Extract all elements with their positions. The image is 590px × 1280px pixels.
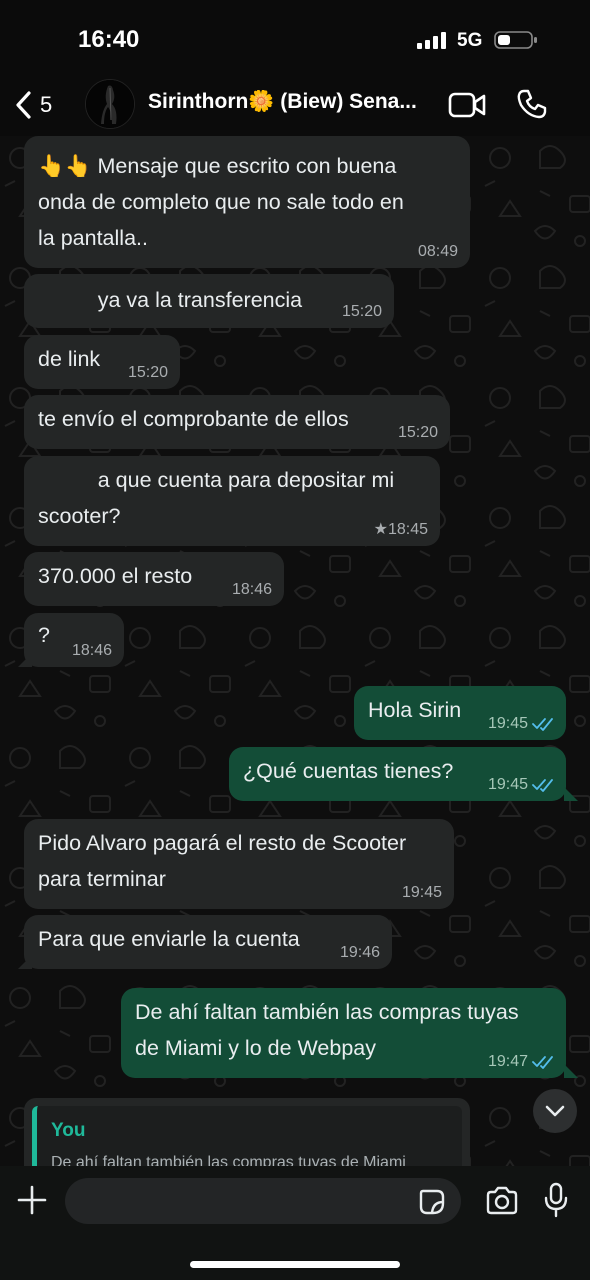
message-timestamp: 18:46 xyxy=(71,642,112,659)
message-outgoing[interactable]: De ahí faltan también las compras tuyas … xyxy=(121,988,566,1078)
unread-count: 5 xyxy=(40,92,53,117)
message-incoming[interactable]: Para que enviarle la cuenta 19:46 xyxy=(24,915,392,969)
message-time: 19:47 xyxy=(488,1052,554,1072)
home-indicator[interactable] xyxy=(190,1261,400,1268)
message-incoming[interactable]: ya va la transferencia 15:20 xyxy=(24,274,394,328)
message-time: 18:46 xyxy=(72,641,112,661)
message-timestamp: 19:45 xyxy=(487,715,528,732)
chevron-left-icon xyxy=(16,91,31,119)
message-incoming[interactable]: Pido Alvaro pagará el resto de Scooter p… xyxy=(24,819,454,909)
video-call-icon[interactable] xyxy=(448,90,486,120)
message-timestamp: 19:45 xyxy=(401,884,442,901)
double-check-read-icon xyxy=(532,1056,553,1069)
message-outgoing[interactable]: ¿Qué cuentas tienes? 19:45 xyxy=(229,747,566,801)
message-time: 19:45 xyxy=(488,775,554,795)
quoted-text: De ahí faltan también las compras tuyas … xyxy=(51,1154,406,1166)
message-text: 👆👆 Mensaje que escrito con buena onda de… xyxy=(38,154,404,250)
message-text: Para que enviarle la cuenta xyxy=(38,927,300,951)
microphone-icon[interactable] xyxy=(544,1182,568,1218)
message-time: 15:20 xyxy=(398,423,438,443)
chevron-down-icon xyxy=(545,1105,565,1117)
message-time: 19:45 xyxy=(402,883,442,903)
double-check-read-icon xyxy=(532,718,553,731)
network-type: 5G xyxy=(457,30,483,51)
message-timestamp: 19:45 xyxy=(487,776,528,793)
scroll-to-bottom-button[interactable] xyxy=(533,1089,577,1133)
chat-area[interactable]: 👆👆 Mensaje que escrito con buena onda de… xyxy=(0,136,590,1166)
message-timestamp: 15:20 xyxy=(397,424,438,441)
message-input[interactable] xyxy=(65,1178,461,1224)
message-incoming[interactable]: 👆👆 Mensaje que escrito con buena onda de… xyxy=(24,136,470,268)
message-incoming[interactable]: 370.000 el resto 18:46 xyxy=(24,552,284,606)
sticker-icon[interactable] xyxy=(418,1188,446,1216)
message-time: 15:20 xyxy=(342,302,382,322)
quoted-message[interactable]: You De ahí faltan también las compras tu… xyxy=(32,1106,462,1166)
message-time: 19:46 xyxy=(340,943,380,963)
message-time: ★18:45 xyxy=(374,520,428,540)
double-check-read-icon xyxy=(532,779,553,792)
message-timestamp: 15:20 xyxy=(127,364,168,381)
message-timestamp: 18:46 xyxy=(231,581,272,598)
message-incoming-reply[interactable]: You De ahí faltan también las compras tu… xyxy=(24,1098,470,1166)
message-time: 19:45 xyxy=(488,714,554,734)
message-incoming[interactable]: te envío el comprobante de ellos 15:20 xyxy=(24,395,450,449)
contact-name[interactable]: Sirinthorn🌼 (Biew) Sena... xyxy=(148,90,433,114)
message-time: 15:20 xyxy=(128,363,168,383)
avatar-figure-icon xyxy=(86,80,134,128)
back-button[interactable]: 5 xyxy=(14,86,52,124)
chat-header: 5 Sirinthorn🌼 (Biew) Sena... xyxy=(0,74,590,136)
message-outgoing[interactable]: Hola Sirin 19:45 xyxy=(354,686,566,740)
composer-bar xyxy=(0,1166,590,1280)
message-timestamp: 15:20 xyxy=(341,303,382,320)
message-timestamp: 08:49 xyxy=(417,243,458,260)
message-time: 08:49 xyxy=(418,242,458,262)
contact-avatar[interactable] xyxy=(85,79,135,129)
message-incoming[interactable]: de link 15:20 xyxy=(24,335,180,389)
status-bar: 16:40 5G xyxy=(0,0,590,74)
message-text: ya va la transferencia xyxy=(38,288,303,312)
message-text: a que cuenta para depositar mi scooter? xyxy=(38,468,395,528)
message-timestamp: ★18:45 xyxy=(373,521,428,538)
message-text: te envío el comprobante de ellos xyxy=(38,407,349,431)
quoted-author: You xyxy=(51,1120,86,1141)
plus-icon[interactable] xyxy=(16,1184,48,1216)
camera-icon[interactable] xyxy=(485,1186,519,1216)
battery-icon xyxy=(494,31,537,49)
message-text: Pido Alvaro pagará el resto de Scooter p… xyxy=(38,831,407,891)
status-time: 16:40 xyxy=(78,26,140,53)
cellular-signal-icon xyxy=(417,32,446,49)
phone-call-icon[interactable] xyxy=(516,88,548,120)
message-incoming[interactable]: ? 18:46 xyxy=(24,613,124,667)
message-timestamp: 19:46 xyxy=(339,944,380,961)
message-timestamp: 19:47 xyxy=(487,1053,528,1070)
message-incoming[interactable]: a que cuenta para depositar mi scooter? … xyxy=(24,456,440,546)
message-time: 18:46 xyxy=(232,580,272,600)
